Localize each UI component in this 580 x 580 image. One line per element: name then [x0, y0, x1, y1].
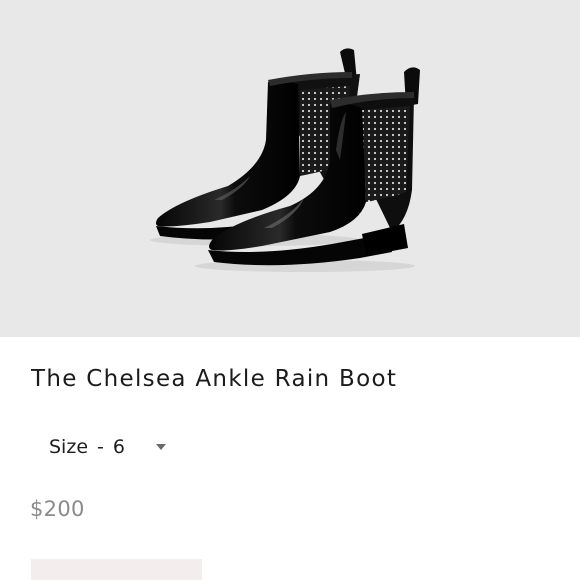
size-value: 6 [112, 436, 125, 458]
product-title: The Chelsea Ankle Rain Boot [31, 366, 398, 392]
size-separator: - [97, 436, 104, 458]
size-label: Size [49, 436, 89, 458]
boots-illustration [150, 48, 420, 272]
add-to-bag-button[interactable] [31, 559, 202, 580]
product-image[interactable] [0, 0, 580, 337]
product-page: The Chelsea Ankle Rain Boot Size - 6 $20… [0, 0, 580, 580]
size-dropdown[interactable]: Size - 6 [49, 433, 174, 461]
caret-down-icon [156, 444, 166, 450]
product-price: $200 [30, 497, 85, 521]
